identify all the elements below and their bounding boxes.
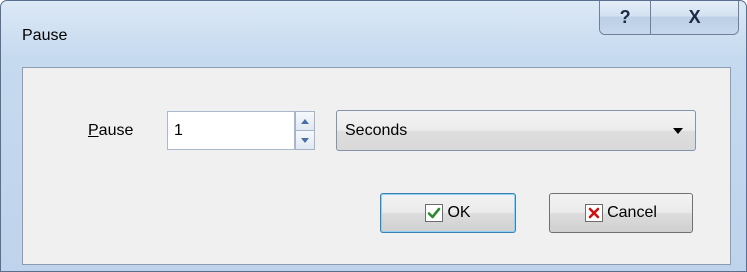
help-icon: ?	[619, 7, 631, 27]
x-mark-icon	[585, 204, 604, 222]
window-title: Pause	[22, 27, 68, 44]
time-unit-value: Seconds	[345, 121, 408, 139]
pause-label-accelerator: P	[88, 122, 99, 139]
pause-duration-spinner	[295, 111, 315, 150]
pause-label-text: ause	[98, 122, 134, 139]
pause-duration-input[interactable]	[167, 111, 295, 150]
spin-up-icon	[301, 118, 309, 124]
cancel-button-label: Cancel	[607, 204, 657, 221]
caption-buttons: ? X	[599, 1, 739, 35]
checkmark-icon	[425, 204, 444, 222]
close-button[interactable]: X	[651, 1, 738, 34]
cancel-button[interactable]: Cancel	[549, 193, 693, 233]
ok-button[interactable]: OK	[380, 193, 516, 233]
chevron-down-icon	[673, 127, 683, 134]
spin-down-button[interactable]	[295, 131, 315, 150]
spin-down-icon	[301, 137, 309, 143]
close-icon: X	[688, 7, 701, 27]
pause-label: Pause	[88, 122, 133, 140]
ok-button-label: OK	[447, 204, 471, 221]
spin-up-button[interactable]	[295, 111, 315, 131]
dialog-body: Pause Seconds OK Cancel	[22, 67, 731, 265]
help-button[interactable]: ?	[600, 1, 652, 34]
time-unit-select[interactable]: Seconds	[336, 110, 696, 151]
title-bar: Pause ? X	[1, 1, 746, 63]
pause-dialog: Pause ? X Pause Seconds	[0, 0, 747, 272]
